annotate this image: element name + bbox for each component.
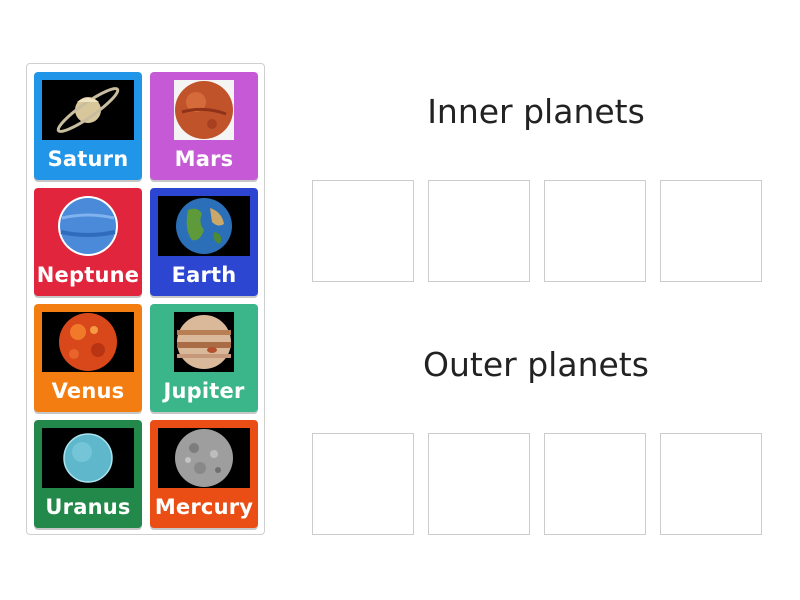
card-uranus[interactable]: Uranus	[34, 420, 142, 528]
card-label: Saturn	[47, 147, 129, 171]
earth-icon	[158, 196, 250, 256]
drop-slot-inner-1[interactable]	[312, 180, 414, 282]
card-label: Earth	[171, 263, 237, 287]
saturn-icon	[42, 80, 134, 140]
card-label: Neptune	[36, 263, 140, 287]
card-earth[interactable]: Earth	[150, 188, 258, 296]
venus-icon	[42, 312, 134, 372]
drop-slot-inner-2[interactable]	[428, 180, 530, 282]
card-saturn[interactable]: Saturn	[34, 72, 142, 180]
card-label: Mercury	[154, 495, 254, 519]
drop-slot-outer-3[interactable]	[544, 433, 646, 535]
drop-slot-inner-3[interactable]	[544, 180, 646, 282]
drop-slot-outer-2[interactable]	[428, 433, 530, 535]
card-mars[interactable]: Mars	[150, 72, 258, 180]
group-heading-outer: Outer planets	[423, 345, 649, 384]
card-label: Mars	[174, 147, 234, 171]
group-heading-inner: Inner planets	[427, 92, 645, 131]
card-jupiter[interactable]: Jupiter	[150, 304, 258, 412]
mercury-icon	[158, 428, 250, 488]
card-neptune[interactable]: Neptune	[34, 188, 142, 296]
mars-icon	[174, 80, 234, 140]
card-label: Venus	[51, 379, 125, 403]
card-venus[interactable]: Venus	[34, 304, 142, 412]
jupiter-icon	[174, 312, 234, 372]
drop-slot-inner-4[interactable]	[660, 180, 762, 282]
drop-slot-outer-4[interactable]	[660, 433, 762, 535]
card-label: Jupiter	[163, 379, 245, 403]
uranus-icon	[42, 428, 134, 488]
card-mercury[interactable]: Mercury	[150, 420, 258, 528]
drop-slot-outer-1[interactable]	[312, 433, 414, 535]
neptune-icon	[42, 196, 134, 256]
card-label: Uranus	[45, 495, 131, 519]
